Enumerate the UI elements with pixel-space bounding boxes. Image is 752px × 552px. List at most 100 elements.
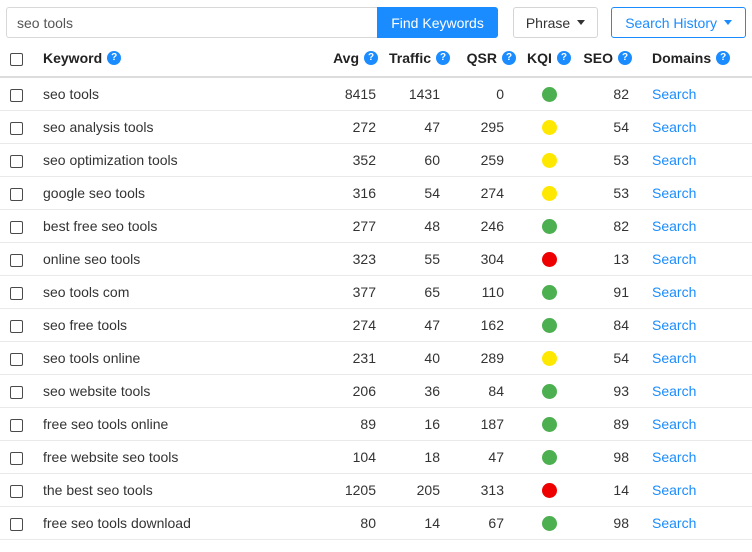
row-checkbox[interactable]: [10, 121, 23, 135]
search-input[interactable]: [6, 7, 378, 38]
column-header-qsr[interactable]: QSR ?: [452, 40, 518, 78]
help-icon[interactable]: ?: [716, 51, 731, 65]
cell-qsr: 295: [452, 110, 518, 144]
cell-keyword: seo website tools: [43, 374, 310, 408]
cell-kqi: [518, 473, 580, 507]
domains-search-link[interactable]: Search: [652, 317, 696, 333]
cell-qsr: 162: [452, 308, 518, 342]
column-header-keyword[interactable]: Keyword ?: [43, 40, 310, 78]
row-select-cell: [0, 407, 43, 441]
column-header-domains[interactable]: Domains ?: [634, 40, 752, 78]
column-header-kqi[interactable]: KQI ?: [518, 40, 580, 78]
cell-keyword: seo free tools: [43, 308, 310, 342]
row-checkbox[interactable]: [10, 154, 23, 168]
cell-qsr: 313: [452, 473, 518, 507]
keyword-text: seo optimization tools: [43, 152, 178, 168]
cell-traffic: 60: [380, 143, 452, 177]
cell-qsr: 246: [452, 209, 518, 243]
cell-keyword: seo tools: [43, 77, 310, 111]
row-checkbox[interactable]: [10, 418, 23, 432]
row-checkbox[interactable]: [10, 220, 23, 234]
keyword-text: google seo tools: [43, 185, 145, 201]
cell-domains: Search: [634, 308, 752, 342]
row-checkbox[interactable]: [10, 484, 23, 498]
help-icon[interactable]: ?: [618, 51, 632, 65]
row-checkbox[interactable]: [10, 286, 23, 300]
keyword-text: seo tools com: [43, 284, 130, 300]
cell-domains: Search: [634, 473, 752, 507]
row-checkbox[interactable]: [10, 319, 23, 333]
kqi-indicator-dot: [541, 384, 557, 400]
table-row: seo tools 8415 1431 0 82 Search: [0, 77, 752, 111]
domains-search-link[interactable]: Search: [652, 449, 696, 465]
cell-traffic: 205: [380, 473, 452, 507]
domains-search-link[interactable]: Search: [652, 350, 696, 366]
cell-seo: 54: [580, 341, 634, 375]
search-history-label: Search History: [625, 14, 717, 31]
kqi-indicator-dot: [541, 450, 557, 466]
row-checkbox[interactable]: [10, 385, 23, 399]
cell-avg: 80: [310, 506, 380, 540]
cell-qsr: 110: [452, 275, 518, 309]
cell-traffic: 47: [380, 110, 452, 144]
help-icon[interactable]: ?: [436, 51, 450, 65]
cell-kqi: [518, 110, 580, 144]
row-select-cell: [0, 440, 43, 474]
domains-search-link[interactable]: Search: [652, 119, 696, 135]
cell-avg: 104: [310, 440, 380, 474]
domains-search-link[interactable]: Search: [652, 218, 696, 234]
domains-search-link[interactable]: Search: [652, 515, 696, 531]
keyword-text: seo website tools: [43, 383, 151, 399]
row-select-cell: [0, 209, 43, 243]
domains-search-link[interactable]: Search: [652, 251, 696, 267]
table-row: seo website tools 206 36 84 93 Search: [0, 374, 752, 408]
row-checkbox[interactable]: [10, 451, 23, 465]
column-header-avg[interactable]: Avg ?: [310, 40, 380, 78]
chevron-down-icon: [577, 20, 586, 25]
keyword-text: seo analysis tools: [43, 119, 154, 135]
row-checkbox[interactable]: [10, 517, 23, 531]
help-icon[interactable]: ?: [556, 51, 571, 65]
help-icon[interactable]: ?: [107, 51, 122, 65]
domains-search-link[interactable]: Search: [652, 416, 696, 432]
domains-search-link[interactable]: Search: [652, 185, 696, 201]
kqi-indicator-dot: [541, 219, 557, 235]
match-type-dropdown[interactable]: Phrase: [512, 7, 599, 38]
search-history-dropdown[interactable]: Search History: [611, 7, 746, 38]
cell-domains: Search: [634, 341, 752, 375]
table-row: seo tools com 377 65 110 91 Search: [0, 275, 752, 309]
cell-seo: 53: [580, 176, 634, 210]
match-type-label: Phrase: [525, 14, 571, 31]
domains-search-link[interactable]: Search: [652, 284, 696, 300]
cell-seo: 98: [580, 506, 634, 540]
domains-search-link[interactable]: Search: [652, 152, 696, 168]
cell-seo: 82: [580, 209, 634, 243]
cell-avg: 206: [310, 374, 380, 408]
kqi-indicator-dot: [541, 120, 557, 136]
cell-avg: 316: [310, 176, 380, 210]
cell-keyword: best free seo tools: [43, 209, 310, 243]
select-all-checkbox[interactable]: [10, 52, 23, 66]
row-select-cell: [0, 308, 43, 342]
row-checkbox[interactable]: [10, 253, 23, 267]
help-icon[interactable]: ?: [502, 51, 516, 65]
kqi-indicator-dot: [541, 516, 557, 532]
cell-traffic: 36: [380, 374, 452, 408]
column-header-traffic[interactable]: Traffic ?: [380, 40, 452, 78]
row-checkbox[interactable]: [10, 88, 23, 102]
cell-kqi: [518, 308, 580, 342]
find-keywords-button[interactable]: Find Keywords: [377, 7, 498, 38]
cell-seo: 89: [580, 407, 634, 441]
column-header-seo[interactable]: SEO ?: [580, 40, 634, 78]
domains-search-link[interactable]: Search: [652, 482, 696, 498]
row-select-cell: [0, 506, 43, 540]
row-select-cell: [0, 110, 43, 144]
cell-keyword: seo optimization tools: [43, 143, 310, 177]
cell-domains: Search: [634, 374, 752, 408]
row-checkbox[interactable]: [10, 187, 23, 201]
row-checkbox[interactable]: [10, 352, 23, 366]
domains-search-link[interactable]: Search: [652, 86, 696, 102]
help-icon[interactable]: ?: [364, 51, 378, 65]
domains-search-link[interactable]: Search: [652, 383, 696, 399]
cell-domains: Search: [634, 143, 752, 177]
